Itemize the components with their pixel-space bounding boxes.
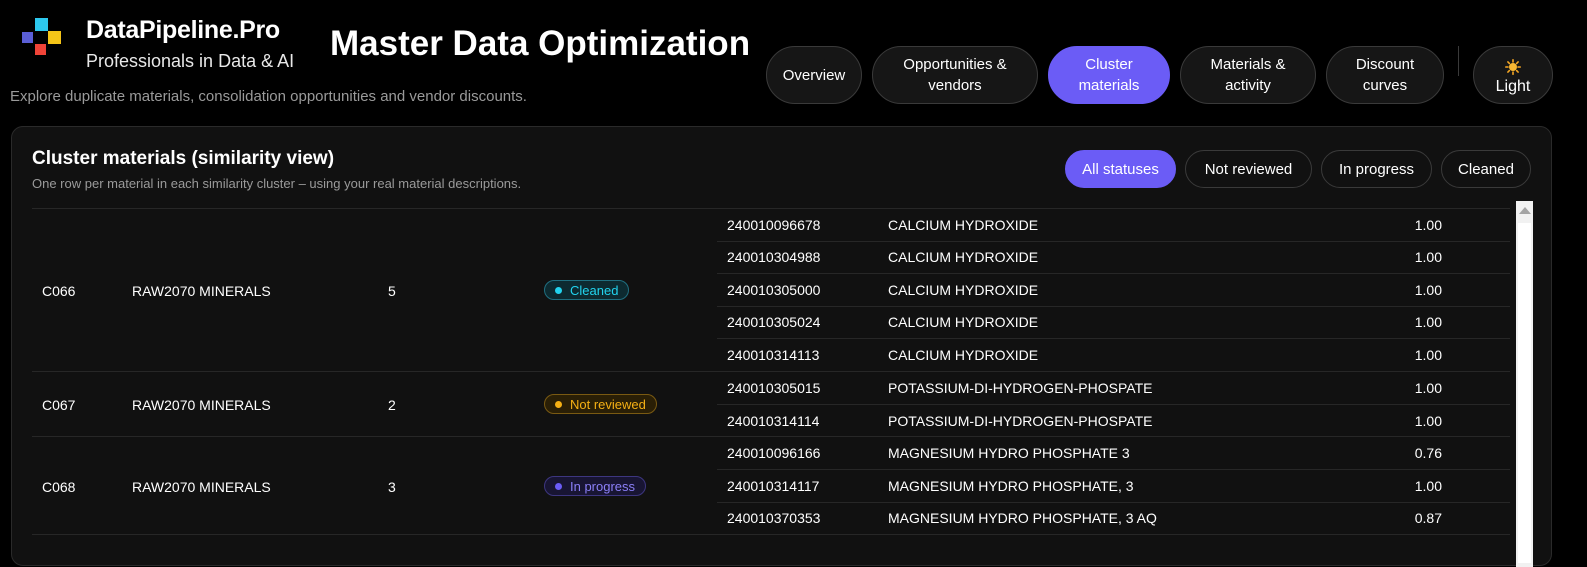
- material-row[interactable]: 240010305015 POTASSIUM-DI-HYDROGEN-PHOSP…: [717, 372, 1510, 405]
- theme-toggle-button[interactable]: Light: [1473, 46, 1553, 104]
- nav-tab-label: Discount: [1355, 56, 1415, 73]
- nav-tab-label: Materials &: [1210, 56, 1286, 73]
- cluster-count: 5: [388, 283, 396, 299]
- material-description: MAGNESIUM HYDRO PHOSPHATE, 3: [888, 478, 1134, 494]
- cluster-count: 3: [388, 479, 396, 495]
- material-description: CALCIUM HYDROXIDE: [888, 249, 1039, 265]
- similarity-score: 1.00: [1414, 380, 1442, 396]
- material-row[interactable]: 240010314114 POTASSIUM-DI-HYDROGEN-PHOSP…: [717, 405, 1510, 437]
- scrollbar-thumb[interactable]: [1518, 223, 1531, 563]
- material-description: CALCIUM HYDROXIDE: [888, 347, 1039, 363]
- page-title: Master Data Optimization: [330, 24, 751, 63]
- filter-in-progress[interactable]: In progress: [1321, 150, 1432, 188]
- status-dot: [555, 483, 562, 490]
- page-subtitle: Explore duplicate materials, consolidati…: [10, 88, 527, 105]
- theme-toggle-label: Light: [1495, 78, 1531, 95]
- similarity-score: 0.87: [1414, 510, 1442, 526]
- cluster-row[interactable]: C068 RAW2070 MINERALS 3 In progress 2400…: [32, 437, 1510, 535]
- material-id: 240010305015: [727, 380, 821, 396]
- status-badge-label: Not reviewed: [570, 397, 646, 412]
- material-id: 240010305000: [727, 282, 821, 298]
- cluster-id: C068: [42, 479, 76, 495]
- status-badge-label: Cleaned: [570, 283, 619, 298]
- status-badge-label: In progress: [570, 479, 636, 494]
- brand-tagline: Professionals in Data & AI: [86, 51, 295, 71]
- material-id: 240010314117: [727, 478, 820, 494]
- cluster-count: 2: [388, 397, 396, 413]
- cluster-materials-panel: Cluster materials (similarity view) One …: [11, 126, 1552, 567]
- nav-tab-materials-activity[interactable]: Materials & activity: [1180, 46, 1316, 104]
- cluster-table: C066 RAW2070 MINERALS 5 Cleaned 24001009…: [32, 208, 1510, 566]
- panel-title: Cluster materials (similarity view): [32, 148, 335, 169]
- material-id: 240010305024: [727, 314, 821, 330]
- material-description: POTASSIUM-DI-HYDROGEN-PHOSPATE: [888, 413, 1153, 429]
- cluster-row[interactable]: C066 RAW2070 MINERALS 5 Cleaned 24001009…: [32, 209, 1510, 372]
- panel-subtitle: One row per material in each similarity …: [32, 176, 522, 191]
- material-description: CALCIUM HYDROXIDE: [888, 314, 1039, 330]
- filter-all-statuses[interactable]: All statuses: [1065, 150, 1176, 188]
- material-row[interactable]: 240010096166 MAGNESIUM HYDRO PHOSPHATE 3…: [717, 437, 1510, 470]
- material-row[interactable]: 240010314117 MAGNESIUM HYDRO PHOSPHATE, …: [717, 470, 1510, 503]
- cluster-id: C067: [42, 397, 76, 413]
- nav-tab-label-line2: vendors: [928, 77, 982, 94]
- nav-tab-cluster-materials[interactable]: Cluster materials: [1048, 46, 1170, 104]
- material-row[interactable]: 240010304988 CALCIUM HYDROXIDE 1.00: [717, 241, 1510, 274]
- material-row[interactable]: 240010305024 CALCIUM HYDROXIDE 1.00: [717, 306, 1510, 339]
- cluster-group: RAW2070 MINERALS: [132, 283, 271, 299]
- material-row[interactable]: 240010305000 CALCIUM HYDROXIDE 1.00: [717, 274, 1510, 307]
- status-badge-cleaned: Cleaned: [544, 280, 630, 300]
- material-description: CALCIUM HYDROXIDE: [888, 282, 1039, 298]
- status-badge-in-progress: In progress: [544, 476, 647, 496]
- cluster-group: RAW2070 MINERALS: [132, 479, 271, 495]
- material-description: CALCIUM HYDROXIDE: [888, 217, 1039, 233]
- nav-tab-label-line2: materials: [1078, 77, 1140, 94]
- status-dot: [555, 287, 562, 294]
- material-id: 240010096678: [727, 217, 821, 233]
- material-row[interactable]: 240010370353 MAGNESIUM HYDRO PHOSPHATE, …: [717, 502, 1510, 534]
- material-id: 240010314114: [727, 413, 820, 429]
- similarity-score: 1.00: [1414, 314, 1442, 330]
- status-dot: [555, 401, 562, 408]
- filter-cleaned[interactable]: Cleaned: [1441, 150, 1531, 188]
- material-row[interactable]: 240010314113 CALCIUM HYDROXIDE 1.00: [717, 339, 1510, 371]
- material-description: POTASSIUM-DI-HYDROGEN-PHOSPATE: [888, 380, 1153, 396]
- material-description: MAGNESIUM HYDRO PHOSPHATE, 3 AQ: [888, 510, 1157, 526]
- similarity-score: 1.00: [1414, 282, 1442, 298]
- cluster-id: C066: [42, 283, 76, 299]
- brand-name: DataPipeline.Pro: [86, 16, 280, 44]
- nav-tab-label: Opportunities &: [903, 56, 1007, 73]
- nav-tab-label: Cluster: [1085, 56, 1133, 73]
- cluster-row[interactable]: C067 RAW2070 MINERALS 2 Not reviewed 240…: [32, 372, 1510, 437]
- material-id: 240010304988: [727, 249, 821, 265]
- nav-tab-discount-curves[interactable]: Discount curves: [1326, 46, 1444, 104]
- cluster-group: RAW2070 MINERALS: [132, 397, 271, 413]
- material-id: 240010370353: [727, 510, 821, 526]
- material-description: MAGNESIUM HYDRO PHOSPHATE 3: [888, 445, 1130, 461]
- material-id: 240010096166: [727, 445, 821, 461]
- nav-tab-label: Overview: [782, 66, 846, 84]
- table-scrollbar[interactable]: [1516, 201, 1533, 567]
- scroll-up-arrow-icon[interactable]: [1519, 207, 1531, 214]
- filter-not-reviewed[interactable]: Not reviewed: [1185, 150, 1312, 188]
- similarity-score: 0.76: [1414, 445, 1442, 461]
- nav-tab-opportunities-vendors[interactable]: Opportunities & vendors: [872, 46, 1038, 104]
- nav-tab-overview[interactable]: Overview: [766, 46, 862, 104]
- similarity-score: 1.00: [1414, 413, 1442, 429]
- table-divider: [32, 534, 1510, 535]
- material-id: 240010314113: [727, 347, 820, 363]
- similarity-score: 1.00: [1414, 249, 1442, 265]
- similarity-score: 1.00: [1414, 478, 1442, 494]
- sun-icon: [1505, 59, 1521, 75]
- nav-tab-label-line2: curves: [1362, 77, 1408, 94]
- brand-logo: [22, 18, 76, 72]
- nav-tab-label-line2: activity: [1225, 77, 1271, 94]
- nav-divider: [1458, 46, 1459, 76]
- similarity-score: 1.00: [1414, 217, 1442, 233]
- similarity-score: 1.00: [1414, 347, 1442, 363]
- material-row[interactable]: 240010096678 CALCIUM HYDROXIDE 1.00: [717, 209, 1510, 242]
- status-badge-not-reviewed: Not reviewed: [544, 394, 657, 414]
